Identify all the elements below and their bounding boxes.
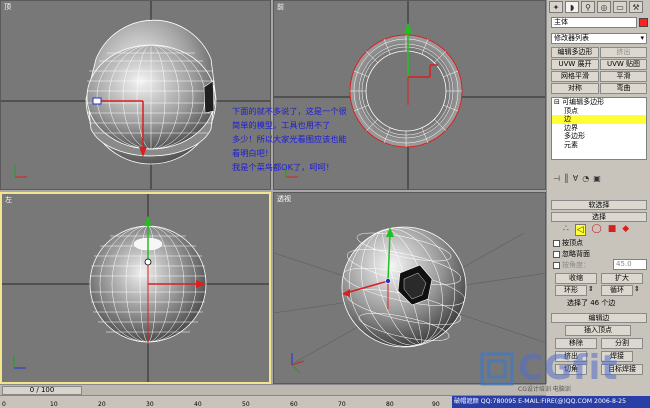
remove-modifier-icon[interactable]: ◔: [582, 174, 589, 183]
uvw-unwrap-button[interactable]: UVW 展开: [551, 59, 599, 70]
edge-mode-icon[interactable]: ◁: [574, 224, 586, 236]
tick-label: 70: [338, 401, 346, 408]
axis-tripod-top: [14, 165, 27, 178]
tick-label: 20: [98, 401, 106, 408]
edit-edges-rollout[interactable]: 编辑边: [551, 313, 647, 323]
make-unique-icon[interactable]: ∀: [573, 174, 578, 183]
sphere-perspective-mesh: [341, 226, 467, 348]
watermark-sub: CG设计培训 电脑训: [518, 386, 571, 393]
tick-label: 10: [50, 401, 58, 408]
angle-spinner[interactable]: 45.0: [613, 259, 647, 270]
tick-label: 50: [242, 401, 250, 408]
vertex-mode-icon[interactable]: ∴: [563, 224, 569, 236]
by-angle-label: 按角度：: [562, 261, 590, 269]
time-slider[interactable]: 0 / 100: [2, 386, 82, 395]
bend-button[interactable]: 弯曲: [600, 83, 647, 94]
axis-tripod-left: [13, 356, 26, 369]
configure-modifier-sets-icon[interactable]: ▣: [593, 174, 601, 183]
show-end-result-icon[interactable]: ║: [564, 174, 569, 183]
utilities-icon[interactable]: ⚒: [629, 1, 643, 13]
extrude-modifier-button[interactable]: 挤出: [600, 47, 647, 58]
viewport-left[interactable]: 左: [0, 192, 271, 384]
cgfit-logo-icon: [480, 352, 514, 386]
shrink-button[interactable]: 收缩: [555, 273, 597, 284]
annotation-line: 多少！所以大家光看图应该也能: [232, 134, 347, 144]
edit-poly-button[interactable]: 编辑多边形: [551, 47, 599, 58]
tick-label: 60: [290, 401, 298, 408]
uvw-map-button[interactable]: UVW 贴图: [600, 59, 647, 70]
viewport-top[interactable]: 顶: [0, 0, 271, 190]
modify-icon[interactable]: ◗: [565, 1, 579, 13]
tutorial-annotation: 下面的就不多说了，这是一个很 简单的模型，工具也用不了 多少！所以大家光看图应该…: [232, 104, 374, 174]
tick-label: 80: [386, 401, 394, 408]
smooth-button[interactable]: 平滑: [600, 71, 647, 82]
chevron-down-icon: ▾: [640, 34, 644, 42]
object-name-field[interactable]: 主体: [551, 17, 637, 28]
stack-item-vertex[interactable]: 顶点: [552, 107, 646, 116]
insert-vertex-button[interactable]: 插入顶点: [565, 325, 631, 336]
motion-icon[interactable]: ◎: [597, 1, 611, 13]
pin-stack-icon[interactable]: ⊣: [553, 174, 560, 183]
author-footer: 破帽遮颜 QQ:780095 E-MAIL:FIRE(@)QQ.COM 2006…: [452, 396, 650, 408]
ignore-backfacing-label: 忽略背面: [562, 250, 590, 258]
loop-button[interactable]: 循环: [601, 285, 633, 296]
sphere-top-mesh: [85, 19, 217, 165]
3dsmax-window: 顶 前 左 透视 下面的就不多说了，这是一个很 简单的模型，工具也用不了 多少！…: [0, 0, 650, 408]
by-angle-checkbox[interactable]: 按角度：: [553, 260, 590, 270]
tick-label: 40: [194, 401, 202, 408]
command-panel-tabs: ✦ ◗ ⚲ ◎ ▭ ⚒: [547, 0, 650, 14]
left-scene: [2, 194, 269, 382]
stack-root-label: 可编辑多边形: [562, 98, 605, 106]
tick-label: 90: [432, 401, 440, 408]
tick-label: 0: [2, 401, 6, 408]
ring-spinner-icon[interactable]: ⇕: [588, 285, 594, 293]
subobject-icons: ∴ ◁ ◯ ■ ◆: [563, 224, 629, 236]
border-mode-icon[interactable]: ◯: [592, 224, 602, 236]
display-icon[interactable]: ▭: [613, 1, 627, 13]
meshsmooth-button[interactable]: 网格平滑: [551, 71, 599, 82]
modifier-list-dropdown[interactable]: 修改器列表 ▾: [551, 33, 647, 44]
annotation-line: 看明白吧！: [232, 148, 273, 158]
stack-item-polygon[interactable]: 多边形: [552, 132, 646, 141]
stack-item-element[interactable]: 元素: [552, 141, 646, 150]
selection-status: 选择了 46 个边: [567, 299, 616, 307]
by-vertex-label: 按顶点: [562, 239, 583, 247]
axis-tripod-perspective: [291, 353, 305, 374]
time-bar: 0 / 100: [0, 384, 546, 395]
tick-label: 30: [146, 401, 154, 408]
create-icon[interactable]: ✦: [549, 1, 563, 13]
annotation-line: 我是个菜鸟都OK了，呵呵！: [232, 162, 334, 172]
ignore-backfacing-checkbox[interactable]: 忽略背面: [553, 249, 590, 259]
cgfit-watermark: CGfit CG设计培训 电脑训: [478, 346, 650, 396]
soft-selection-rollout[interactable]: 软选择: [551, 200, 647, 210]
viewport-area: 顶 前 左 透视 下面的就不多说了，这是一个很 简单的模型，工具也用不了 多少！…: [0, 0, 546, 384]
stack-item-edge[interactable]: 边: [552, 115, 646, 124]
annotation-line: 下面的就不多说了，这是一个很: [232, 106, 347, 116]
stack-item-editable-poly[interactable]: ⊟ 可编辑多边形: [552, 98, 646, 107]
hierarchy-icon[interactable]: ⚲: [581, 1, 595, 13]
element-mode-icon[interactable]: ◆: [622, 224, 629, 236]
top-scene: [1, 1, 270, 189]
ring-button[interactable]: 环形: [555, 285, 587, 296]
watermark-brand: CGfit: [518, 348, 619, 388]
loop-spinner-icon[interactable]: ⇕: [634, 285, 640, 293]
modifier-stack[interactable]: ⊟ 可编辑多边形 顶点 边 边界 多边形 元素: [551, 97, 647, 160]
polygon-mode-icon[interactable]: ■: [608, 224, 617, 236]
grow-button[interactable]: 扩大: [601, 273, 643, 284]
annotation-line: 简单的模型，工具也用不了: [232, 120, 331, 130]
by-vertex-checkbox[interactable]: 按顶点: [553, 238, 583, 248]
command-panel: ✦ ◗ ⚲ ◎ ▭ ⚒ 主体 修改器列表 ▾ 编辑多边形 挤出 UVW 展开 U…: [546, 0, 650, 384]
symmetry-button[interactable]: 对称: [551, 83, 599, 94]
modifier-list-label: 修改器列表: [554, 34, 589, 42]
stack-tools-row: ⊣ ║ ∀ ◔ ▣: [553, 174, 601, 183]
object-color-swatch[interactable]: [639, 18, 648, 27]
selection-rollout[interactable]: 选择: [551, 212, 647, 222]
